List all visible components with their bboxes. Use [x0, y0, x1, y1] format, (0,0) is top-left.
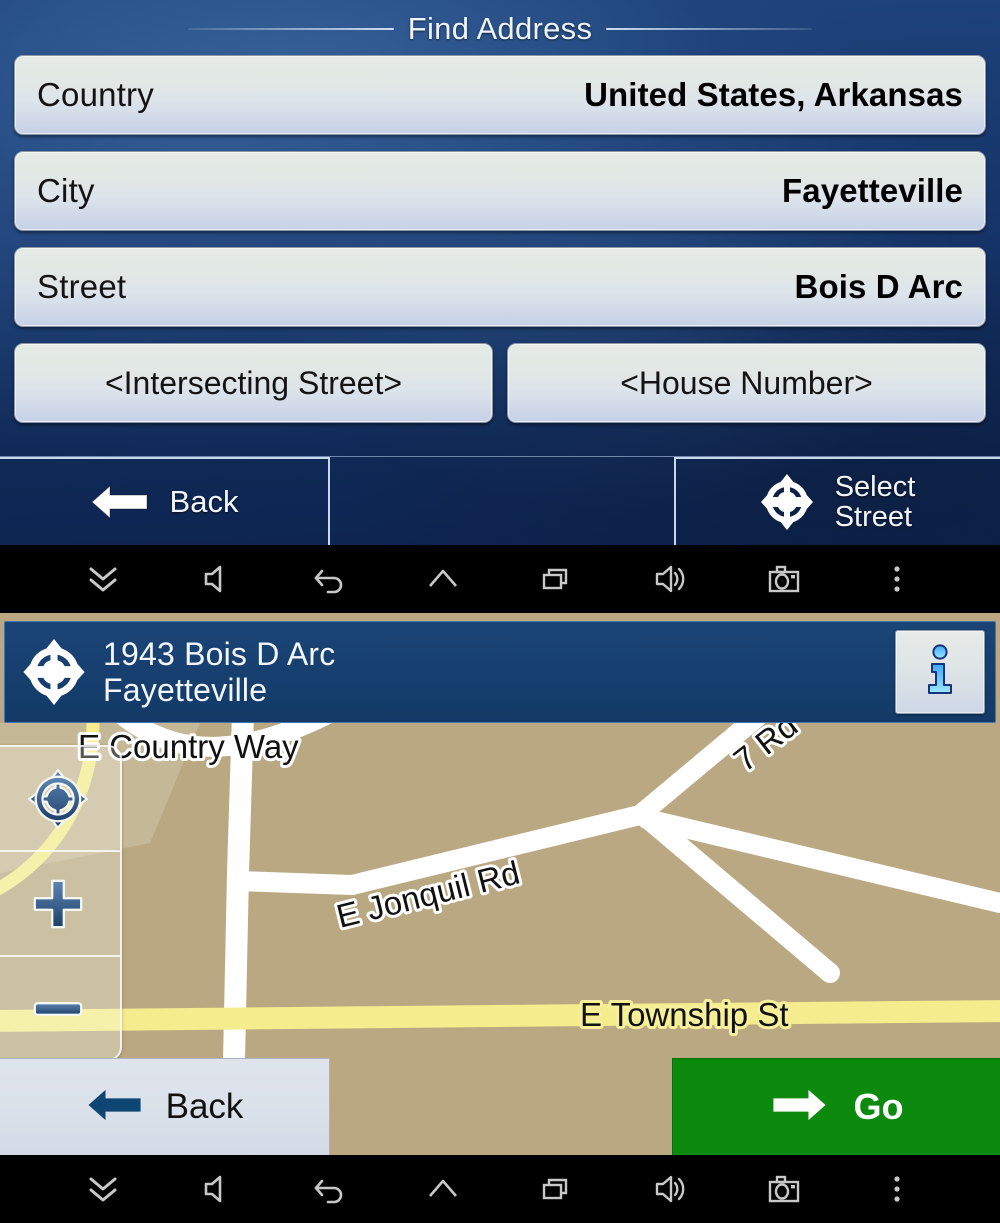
field-house-number[interactable]: <House Number>	[507, 343, 986, 423]
find-address-screen: Find Address Country United States, Arka…	[0, 0, 1000, 545]
home-icon[interactable]	[414, 1166, 472, 1212]
field-city-value: Fayetteville	[782, 172, 963, 209]
crosshair-target-icon	[27, 768, 89, 829]
map-zoom-controls	[0, 745, 122, 1061]
overflow-menu-icon[interactable]	[868, 556, 926, 602]
back-button[interactable]: Back	[0, 457, 330, 545]
find-address-bottom-bar: Back Select Street	[0, 456, 1000, 545]
recent-apps-icon[interactable]	[528, 556, 586, 602]
road-label-township: E Township St	[580, 996, 789, 1033]
volume-down-icon[interactable]	[187, 1166, 245, 1212]
page-title-row: Find Address	[0, 9, 1000, 49]
map-canvas[interactable]: E Country Way E Jonquil Rd 7 Rd E Townsh…	[0, 723, 1000, 1155]
zoom-in-button[interactable]	[0, 850, 120, 955]
crosshair-target-icon	[23, 639, 85, 705]
field-row-optional: <Intersecting Street> <House Number>	[14, 343, 986, 423]
minus-icon	[33, 1001, 83, 1016]
collapse-chevrons-icon[interactable]	[74, 1166, 132, 1212]
zoom-out-button[interactable]	[0, 955, 120, 1059]
destination-city: Fayetteville	[103, 671, 268, 708]
screenshot-camera-icon[interactable]	[755, 556, 813, 602]
field-city-label: City	[37, 172, 95, 209]
back-button[interactable]: Back	[0, 1058, 330, 1155]
android-navigation-bar-top	[0, 545, 1000, 613]
field-house-number-placeholder: <House Number>	[620, 364, 873, 401]
select-street-label-line2: Street	[834, 501, 913, 533]
volume-down-icon[interactable]	[187, 556, 245, 602]
select-street-label-line1: Select	[834, 470, 916, 503]
collapse-chevrons-icon[interactable]	[74, 556, 132, 602]
field-street[interactable]: Street Bois D Arc	[14, 247, 986, 327]
field-street-value: Bois D Arc	[794, 268, 963, 305]
android-navigation-bar-bottom	[0, 1155, 1000, 1223]
map-center-button[interactable]	[0, 747, 120, 850]
back-button-label: Back	[169, 484, 239, 519]
screenshot-camera-icon[interactable]	[755, 1166, 813, 1212]
title-rule-right	[606, 28, 813, 30]
field-city[interactable]: City Fayetteville	[14, 151, 986, 231]
field-country-label: Country	[37, 76, 154, 113]
destination-street: 1943 Bois D Arc	[103, 635, 336, 672]
select-street-button-label: Select Street	[834, 470, 916, 533]
field-country[interactable]: Country United States, Arkansas	[14, 55, 986, 135]
field-street-label: Street	[37, 268, 127, 305]
map-bottom-bar: Back Go	[0, 1058, 1000, 1155]
title-rule-left	[187, 28, 394, 30]
recent-apps-icon[interactable]	[528, 1166, 586, 1212]
plus-icon	[33, 879, 83, 928]
arrow-left-icon	[90, 483, 150, 521]
info-icon	[918, 643, 962, 701]
destination-address: 1943 Bois D Arc Fayetteville	[103, 637, 335, 707]
go-button[interactable]: Go	[672, 1058, 1000, 1155]
map-preview-screen: 1943 Bois D Arc Fayetteville E Country W…	[0, 613, 1000, 1155]
back-icon[interactable]	[301, 556, 359, 602]
field-intersecting-street-placeholder: <Intersecting Street>	[104, 364, 403, 401]
back-icon[interactable]	[301, 1166, 359, 1212]
info-button[interactable]	[895, 630, 985, 714]
crosshair-target-icon	[760, 474, 813, 530]
destination-header[interactable]: 1943 Bois D Arc Fayetteville	[4, 621, 996, 723]
volume-up-icon[interactable]	[641, 1166, 699, 1212]
go-button-label: Go	[853, 1086, 904, 1127]
select-street-button[interactable]: Select Street	[674, 457, 1000, 545]
arrow-left-icon	[86, 1087, 144, 1128]
page-title: Find Address	[407, 11, 593, 46]
home-icon[interactable]	[414, 556, 472, 602]
arrow-right-icon	[770, 1087, 828, 1128]
overflow-menu-icon[interactable]	[868, 1166, 926, 1212]
field-intersecting-street[interactable]: <Intersecting Street>	[14, 343, 493, 423]
field-country-value: United States, Arkansas	[584, 76, 963, 113]
address-fields: Country United States, Arkansas City Fay…	[14, 55, 986, 423]
volume-up-icon[interactable]	[641, 556, 699, 602]
back-button-label: Back	[165, 1087, 244, 1126]
